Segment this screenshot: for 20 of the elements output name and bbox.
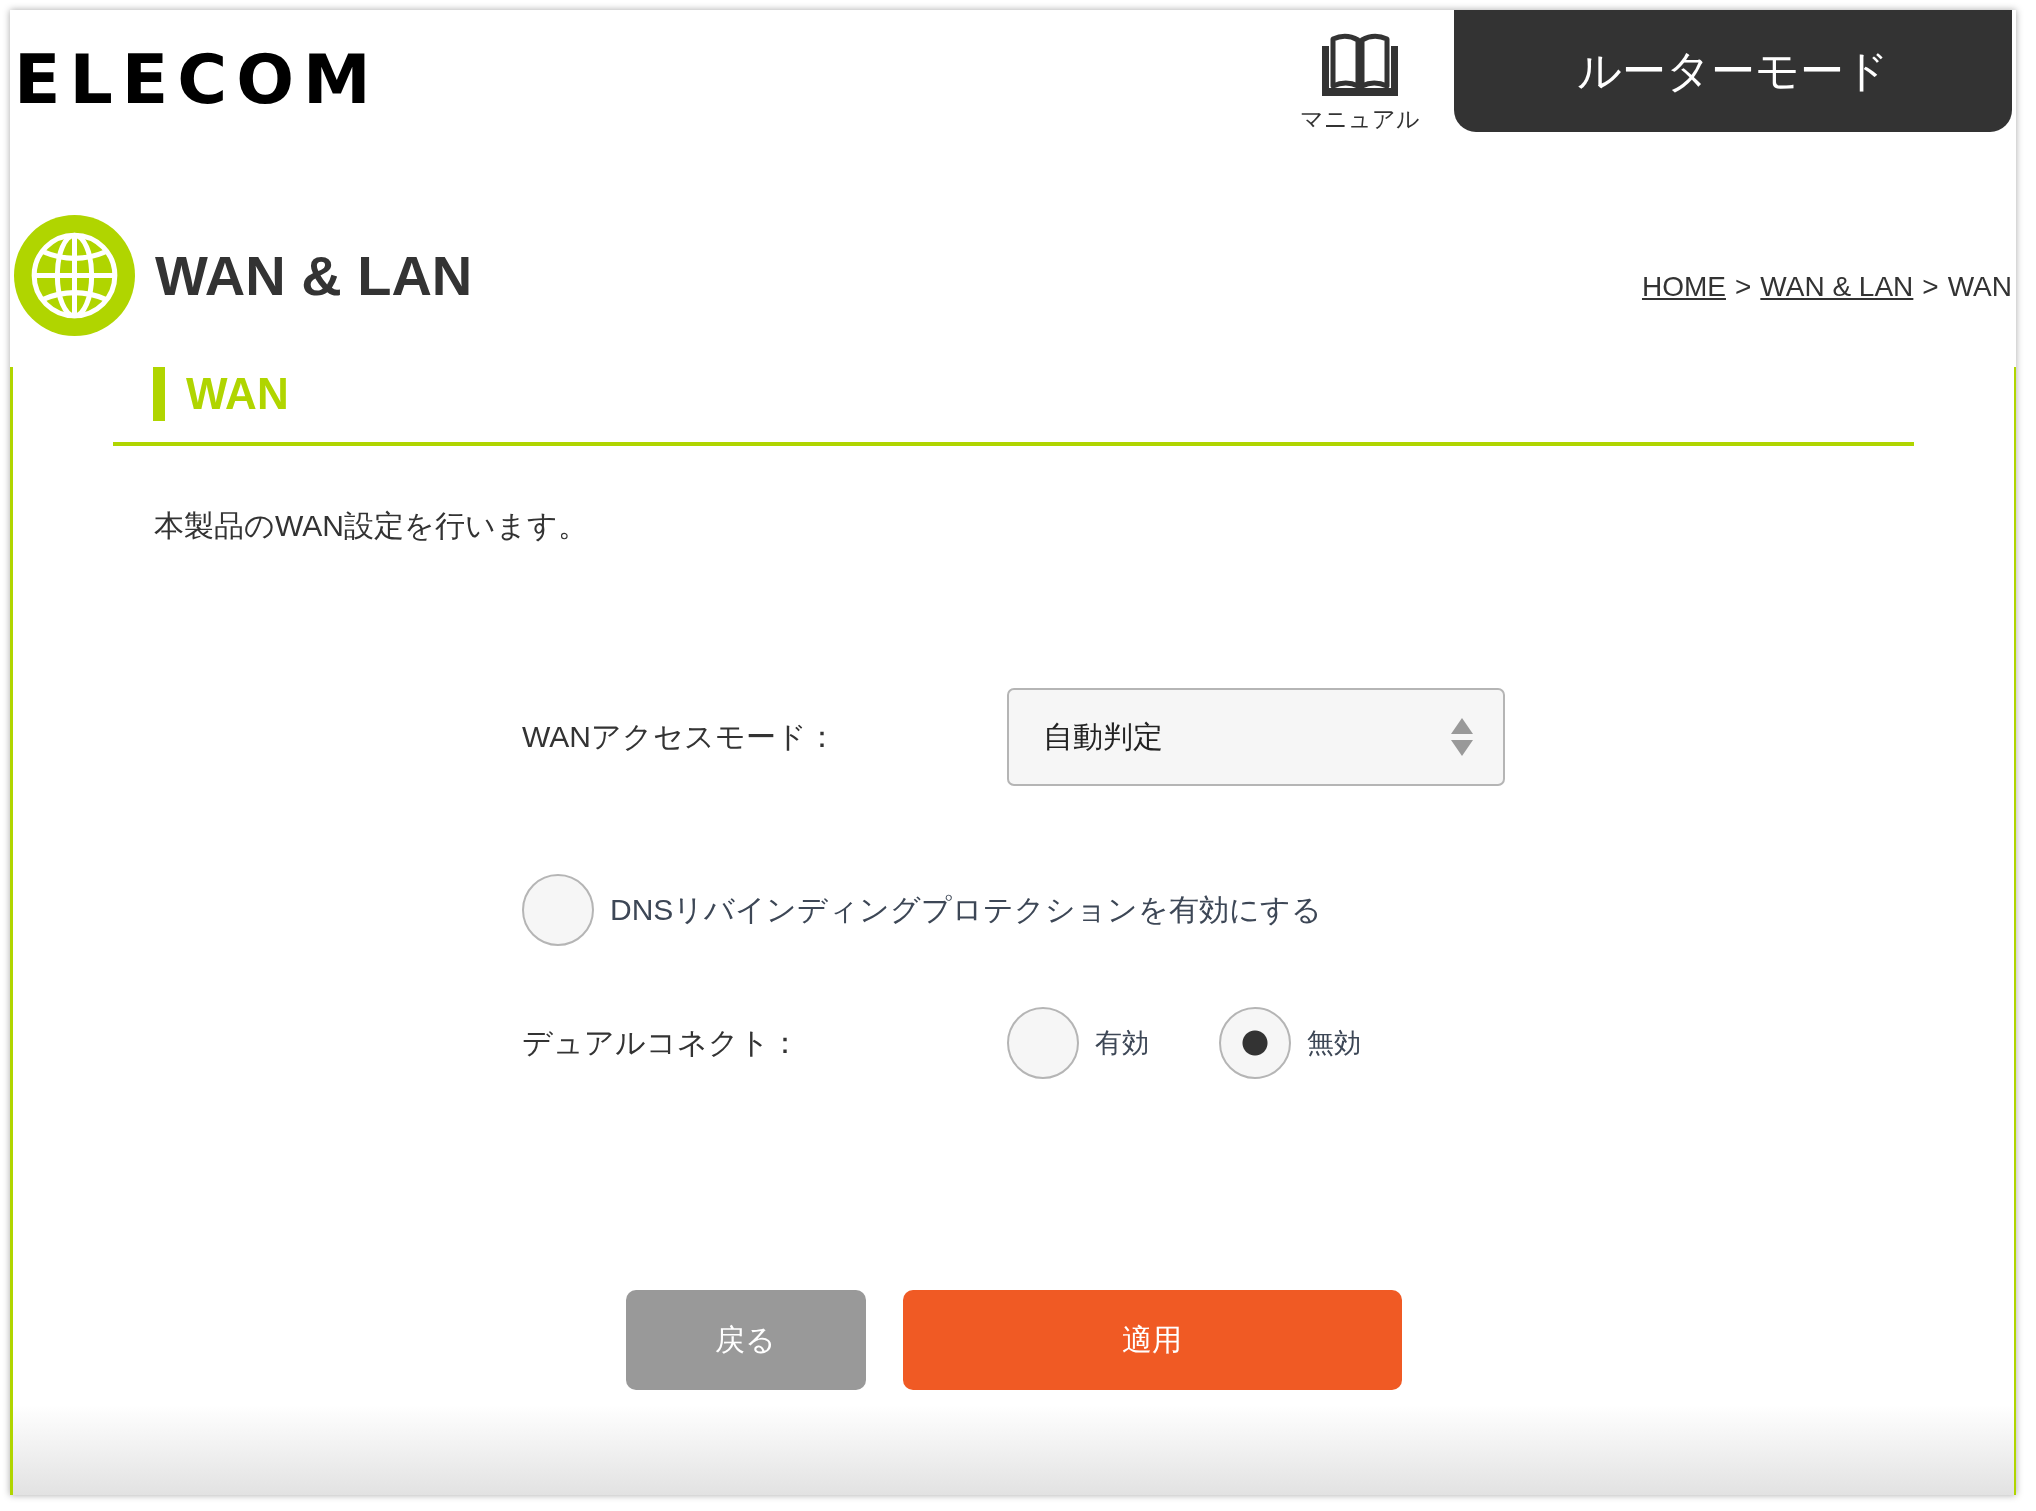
mode-tab[interactable]: ルーターモード: [1454, 10, 2012, 132]
field-label: WANアクセスモード：: [522, 718, 837, 755]
breadcrumb-separator: >: [1922, 269, 1939, 304]
logo: ELECOM: [14, 46, 380, 114]
globe-icon: [14, 215, 135, 336]
breadcrumb-current: WAN: [1947, 269, 2012, 304]
dropdown-field[interactable]: 自動判定: [1007, 688, 1505, 786]
description-text: 本製品のWAN設定を行います。: [154, 508, 588, 544]
breadcrumb-link[interactable]: WAN & LAN: [1760, 269, 1914, 304]
breadcrumb-link[interactable]: HOME: [1642, 269, 1726, 304]
field-label: デュアルコネクト：: [522, 1024, 800, 1061]
up-down-arrows-icon: [1451, 718, 1473, 756]
manual-link[interactable]: マニュアル: [1300, 32, 1420, 131]
section-heading: WAN: [186, 369, 289, 419]
radio-label: 無効: [1307, 1027, 1361, 1060]
checkbox-label: DNSリバインディングプロテクションを有効にする: [610, 891, 1323, 928]
book-icon: [1320, 32, 1400, 98]
page-title: WAN & LAN: [155, 244, 473, 307]
radio-label: 有効: [1095, 1027, 1149, 1060]
breadcrumb-separator: >: [1735, 269, 1752, 304]
